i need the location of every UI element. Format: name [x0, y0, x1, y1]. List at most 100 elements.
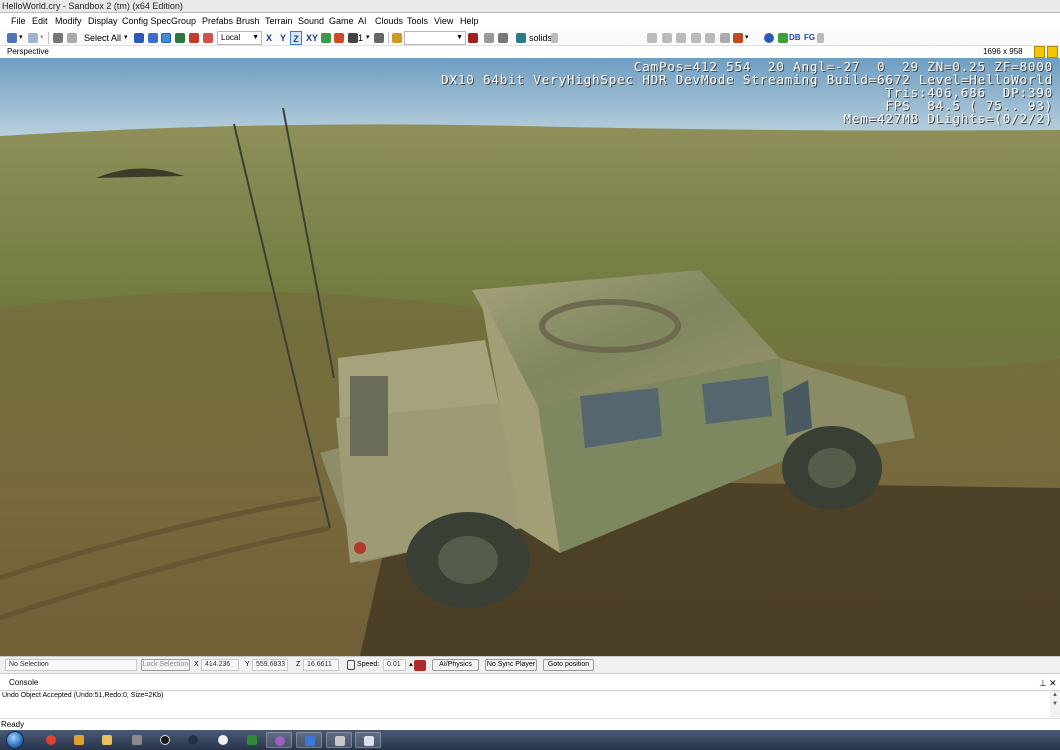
- scale-icon[interactable]: [175, 33, 185, 43]
- grid-value[interactable]: 1: [358, 32, 363, 44]
- align-grid-icon[interactable]: [676, 33, 686, 43]
- y-input[interactable]: 559.6833: [252, 659, 288, 671]
- z-input[interactable]: 16.6611: [303, 659, 339, 671]
- record-icon[interactable]: [733, 33, 743, 43]
- lock-icon[interactable]: [347, 660, 355, 670]
- align-right-icon[interactable]: [691, 33, 701, 43]
- globe-icon[interactable]: [764, 33, 774, 43]
- redo-icon[interactable]: [28, 33, 38, 43]
- character-icon[interactable]: [778, 33, 788, 43]
- db-button[interactable]: DB: [789, 32, 801, 44]
- axis-y-button[interactable]: Y: [278, 31, 288, 45]
- taskbar-publisher[interactable]: [239, 732, 265, 748]
- taskbar-chrome[interactable]: [38, 732, 64, 748]
- taskbar-purple-app[interactable]: [266, 732, 292, 748]
- menu-ai[interactable]: AI: [358, 13, 367, 30]
- select-all-dropdown-icon[interactable]: ▾: [124, 32, 128, 44]
- toolbar-overflow-icon[interactable]: [551, 33, 558, 43]
- viewport-options-icon[interactable]: [1034, 46, 1045, 58]
- rotate-icon[interactable]: [161, 33, 171, 43]
- menu-clouds[interactable]: Clouds: [375, 13, 403, 30]
- menu-edit[interactable]: Edit: [32, 13, 48, 30]
- menu-brush[interactable]: Brush: [236, 13, 260, 30]
- start-button[interactable]: [2, 730, 28, 750]
- console-output[interactable]: Undo Object Accepted (Undo:51,Redo:0, Si…: [0, 691, 1060, 718]
- hud-mem-line: Mem=427MB DLights=(0/2/2): [843, 111, 1053, 126]
- align-icon[interactable]: [647, 33, 657, 43]
- record-dropdown-icon[interactable]: ▾: [745, 32, 749, 44]
- close-icon[interactable]: ✕: [1049, 674, 1057, 692]
- x-input[interactable]: 414.236: [201, 659, 239, 671]
- wolf-icon: [132, 735, 142, 745]
- goto-selection-icon[interactable]: [468, 33, 478, 43]
- menu-config-spec[interactable]: Config Spec: [122, 13, 171, 30]
- terrain-axis-icon[interactable]: [321, 33, 331, 43]
- redo-dropdown-icon[interactable]: ▾: [40, 32, 44, 44]
- align-left-icon[interactable]: [662, 33, 672, 43]
- speed-input[interactable]: 0.01: [383, 659, 406, 671]
- viewport-maximize-icon[interactable]: [1047, 46, 1058, 58]
- lock-selection-button[interactable]: Lock Selection: [141, 659, 190, 671]
- taskbar-explorer[interactable]: [94, 732, 120, 748]
- soccer-icon: [218, 735, 228, 745]
- select-all-label[interactable]: Select All: [84, 32, 121, 44]
- menu-prefabs[interactable]: Prefabs: [202, 13, 233, 30]
- undo-icon[interactable]: [7, 33, 17, 43]
- physics-icon[interactable]: [484, 33, 494, 43]
- angle-snap-icon[interactable]: [374, 33, 384, 43]
- window-title: HelloWorld.cry - Sandbox 2 (tm) (x64 Edi…: [2, 1, 183, 11]
- no-sync-player-button[interactable]: No Sync Player: [485, 659, 537, 671]
- menu-help[interactable]: Help: [460, 13, 479, 30]
- taskbar-wolf[interactable]: [124, 732, 150, 748]
- menu-modify[interactable]: Modify: [55, 13, 82, 30]
- menu-file[interactable]: File: [11, 13, 26, 30]
- viewport-label[interactable]: Perspective: [7, 46, 49, 58]
- ai-physics-button[interactable]: AI/Physics: [432, 659, 479, 671]
- align-top-icon[interactable]: [705, 33, 715, 43]
- taskbar-document[interactable]: [355, 732, 381, 748]
- menu-game[interactable]: Game: [329, 13, 354, 30]
- chevron-down-icon: ▼: [252, 34, 259, 41]
- move-icon[interactable]: [148, 33, 158, 43]
- chrome-icon: [46, 735, 56, 745]
- layer-icon[interactable]: [392, 33, 402, 43]
- menu-display[interactable]: Display: [88, 13, 118, 30]
- pin-icon[interactable]: ⊥: [1039, 674, 1047, 692]
- unlink-icon[interactable]: [67, 33, 77, 43]
- axis-xy-button[interactable]: XY: [305, 31, 319, 45]
- menu-terrain[interactable]: Terrain: [265, 13, 293, 30]
- taskbar-steam[interactable]: [180, 732, 206, 748]
- camera-icon[interactable]: [498, 33, 508, 43]
- snap-icon[interactable]: [203, 33, 213, 43]
- render-mode-icon[interactable]: [516, 33, 526, 43]
- goto-position-button[interactable]: Goto position: [543, 659, 594, 671]
- undo-dropdown-icon[interactable]: ▾: [19, 32, 23, 44]
- grid-icon[interactable]: [348, 33, 358, 43]
- menu-sound[interactable]: Sound: [298, 13, 324, 30]
- taskbar-soccer[interactable]: [210, 732, 236, 748]
- taskbar-sandbox[interactable]: [296, 732, 322, 748]
- taskbar-obs[interactable]: [152, 732, 178, 748]
- console-header: Console ⊥ ✕: [0, 673, 1060, 691]
- select-terrain-icon[interactable]: [189, 33, 199, 43]
- link-icon[interactable]: [53, 33, 63, 43]
- grid-dropdown-icon[interactable]: ▾: [366, 32, 370, 44]
- render-mode-label[interactable]: solids: [529, 32, 552, 44]
- menu-view[interactable]: View: [434, 13, 453, 30]
- axis-z-button[interactable]: Z: [290, 31, 302, 45]
- toolbar-overflow-icon[interactable]: [817, 33, 824, 43]
- menu-group[interactable]: Group: [171, 13, 196, 30]
- taskbar-paint[interactable]: [66, 732, 92, 748]
- menu-tools[interactable]: Tools: [407, 13, 428, 30]
- terrain-collision-icon[interactable]: [414, 660, 426, 671]
- follow-terrain-icon[interactable]: [334, 33, 344, 43]
- perspective-viewport[interactable]: CamPos=412 554 20 Angl=-27 0 29 ZN=0.25 …: [0, 58, 1060, 656]
- taskbar-window[interactable]: [326, 732, 352, 748]
- coord-system-select[interactable]: Local ▼: [217, 31, 262, 45]
- console-scrollbar[interactable]: ▲ ▼: [1050, 691, 1060, 718]
- material-icon[interactable]: [720, 33, 730, 43]
- axis-x-button[interactable]: X: [264, 31, 274, 45]
- object-select[interactable]: ▼: [404, 31, 466, 45]
- fg-button[interactable]: FG: [804, 32, 815, 44]
- select-cursor-icon[interactable]: [134, 33, 144, 43]
